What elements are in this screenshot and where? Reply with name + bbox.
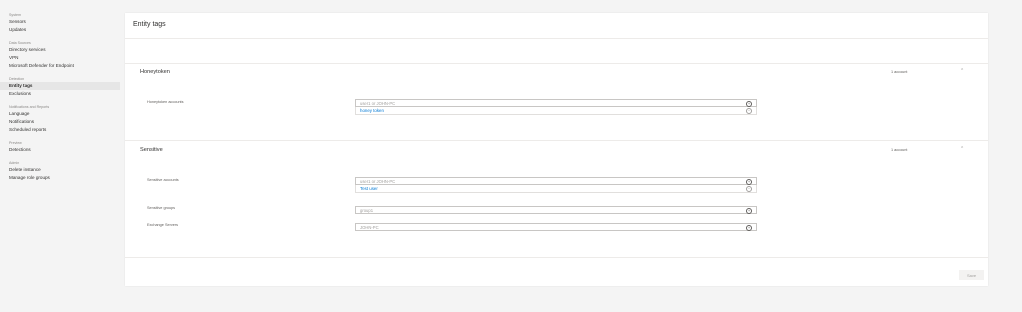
tag-label: Test user xyxy=(360,186,378,191)
nav-item-scheduled-reports[interactable]: Scheduled reports xyxy=(0,126,124,134)
honeytoken-accounts-placeholder: user1 or JOHN-PC xyxy=(360,101,396,106)
sensitive-groups-placeholder: group1 xyxy=(360,208,374,213)
plus-circle-icon[interactable]: + xyxy=(746,225,752,231)
footer-divider xyxy=(125,257,988,258)
chevron-up-icon[interactable]: ⌃ xyxy=(960,68,964,74)
exchange-servers-input[interactable]: JOHN-PC + xyxy=(355,223,757,231)
sensitive-top-divider xyxy=(125,140,988,141)
nav-item-vpn[interactable]: VPN xyxy=(0,54,124,62)
nav-item-manage-role-groups[interactable]: Manage role groups xyxy=(0,174,124,182)
honeytoken-top-divider xyxy=(125,63,988,64)
settings-sidebar: System Sensors Updates Data Sources Dire… xyxy=(0,0,124,312)
tag-label: honey token xyxy=(360,108,384,113)
nav-item-directory-services[interactable]: Directory services xyxy=(0,46,124,54)
sensitive-accounts-input[interactable]: user1 or JOHN-PC + xyxy=(355,177,757,185)
nav-item-entity-tags[interactable]: Entity tags xyxy=(0,82,120,90)
nav-item-language[interactable]: Language xyxy=(0,110,124,118)
exchange-servers-label: Exchange Servers xyxy=(147,223,179,227)
exchange-servers-placeholder: JOHN-PC xyxy=(360,225,379,230)
minus-circle-icon[interactable]: − xyxy=(746,186,752,192)
nav-item-updates[interactable]: Updates xyxy=(0,26,124,34)
nav-item-detections[interactable]: Detections xyxy=(0,146,124,154)
nav-item-exclusions[interactable]: Exclusions xyxy=(0,90,124,98)
sensitive-count: 1 account xyxy=(891,148,908,152)
honeytoken-tag-item: honey token − xyxy=(355,107,757,115)
page-title: Entity tags xyxy=(133,21,166,28)
nav-item-defender-for-endpoint[interactable]: Microsoft Defender for Endpoint xyxy=(0,62,124,70)
sensitive-groups-label: Sensitive groups xyxy=(147,206,176,210)
plus-circle-icon[interactable]: + xyxy=(746,208,752,214)
entity-tags-panel: Entity tags Honeytoken 1 account ⌃ Honey… xyxy=(125,13,988,286)
honeytoken-count: 1 account xyxy=(891,70,908,74)
honeytoken-title[interactable]: Honeytoken xyxy=(140,69,170,75)
sensitive-groups-input[interactable]: group1 + xyxy=(355,206,757,214)
sensitive-accounts-label: Sensitive accounts xyxy=(147,178,179,182)
minus-circle-icon[interactable]: − xyxy=(746,108,752,114)
honeytoken-accounts-input[interactable]: user1 or JOHN-PC + xyxy=(355,99,757,107)
sensitive-tag-item: Test user − xyxy=(355,185,757,193)
nav-item-sensors[interactable]: Sensors xyxy=(0,18,124,26)
sensitive-accounts-placeholder: user1 or JOHN-PC xyxy=(360,179,396,184)
chevron-up-icon[interactable]: ⌃ xyxy=(960,146,964,152)
honeytoken-accounts-label: Honeytoken accounts xyxy=(147,100,184,104)
save-button[interactable]: Save xyxy=(959,270,984,280)
nav-item-delete-instance[interactable]: Delete instance xyxy=(0,166,124,174)
nav-item-notifications[interactable]: Notifications xyxy=(0,118,124,126)
title-divider xyxy=(125,38,988,39)
sensitive-title[interactable]: Sensitive xyxy=(140,147,163,153)
